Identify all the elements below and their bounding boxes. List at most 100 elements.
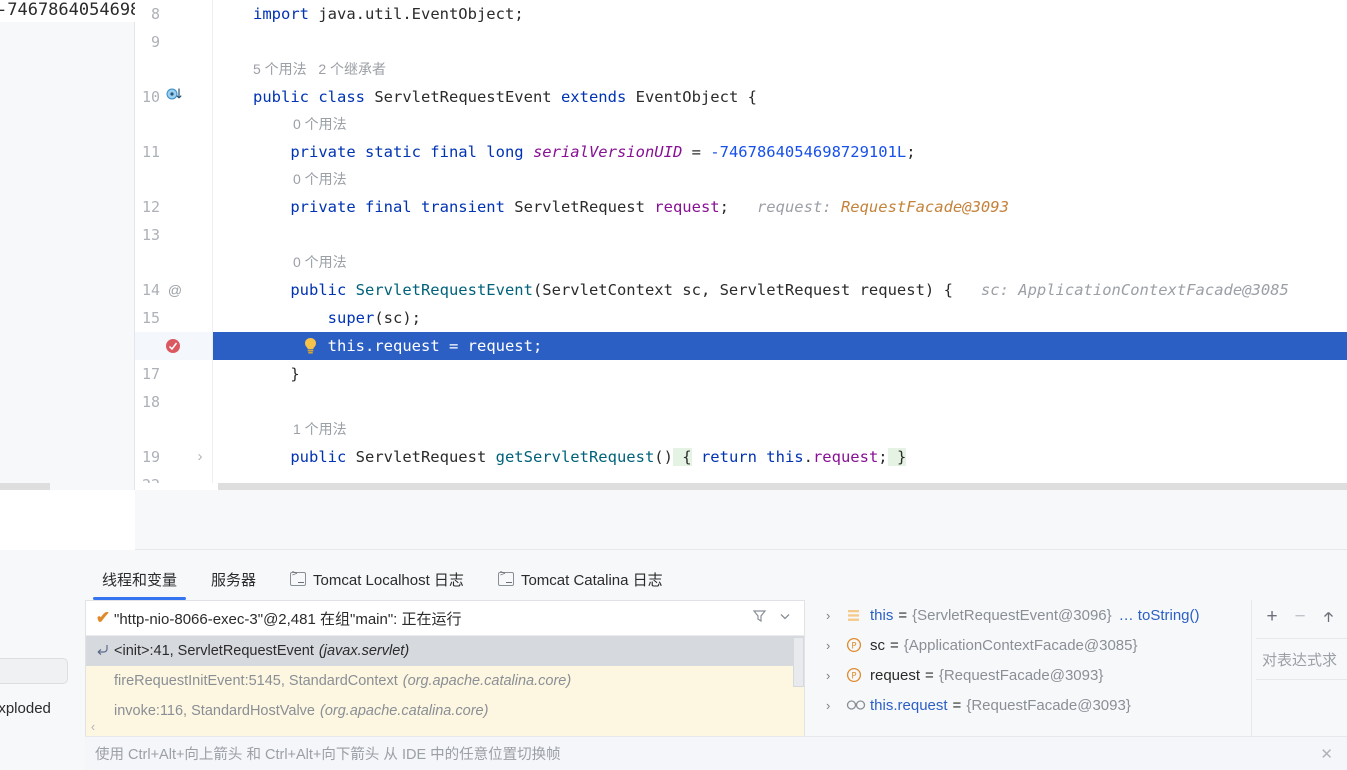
code-line-11[interactable]: private static final long serialVersionU… [213, 138, 1347, 166]
code-line-14[interactable]: public ServletRequestEvent(ServletContex… [213, 276, 1347, 304]
token: -7467864054698729101L [710, 143, 907, 161]
gutter-line-16[interactable] [135, 332, 212, 360]
chevron-right-icon[interactable]: › [826, 668, 846, 683]
code-text[interactable]: public ServletRequest getServletRequest(… [253, 443, 907, 471]
plus-icon[interactable]: + [1260, 605, 1284, 629]
gutter-hint-spacer [135, 249, 212, 276]
variable-row[interactable]: › Prequest = {RequestFacade@3093} [812, 660, 1252, 690]
token: sc: [952, 281, 1019, 299]
chevron-right-icon[interactable]: › [826, 698, 846, 713]
editor-below-area [135, 490, 1347, 550]
gutter-hint-spacer [135, 111, 212, 138]
code-editor[interactable]: 891011121314@15171819›22 import java.uti… [135, 0, 1347, 490]
code-line-17[interactable]: } [213, 360, 1347, 388]
variable-value: {RequestFacade@3093} [966, 696, 1131, 714]
usage-hint-row[interactable]: 0 个用法 [213, 111, 1347, 138]
code-text[interactable]: import java.util.EventObject; [253, 0, 524, 28]
breakpoint-icon[interactable] [166, 339, 180, 353]
gutter-line-10: 10 [135, 83, 212, 111]
code-line-9[interactable] [213, 28, 1347, 56]
usage-count-hint[interactable]: 0 个用法 [293, 249, 347, 276]
chevron-down-icon[interactable] [772, 609, 798, 628]
line-number: 11 [141, 143, 160, 161]
stack-frame-row[interactable]: fireRequestInitEvent:5145, StandardConte… [86, 666, 804, 696]
console-icon [497, 569, 514, 586]
chevron-right-icon[interactable]: › [826, 608, 846, 623]
minus-icon[interactable]: − [1288, 605, 1312, 629]
debug-tab-label: 线程和变量 [102, 571, 178, 589]
code-line-12[interactable]: private final transient ServletRequest r… [213, 193, 1347, 221]
usage-count-hint[interactable]: 0 个用法 [293, 166, 347, 193]
token: import [253, 5, 309, 23]
code-line-16[interactable]: this.request = request; [213, 332, 1347, 360]
thread-selector-row[interactable]: ✔ "http-nio-8066-exec-3"@2,481 在组"main":… [86, 601, 804, 636]
gutter-hint-spacer [135, 56, 212, 83]
left-panel-clipped-area [0, 22, 135, 490]
variable-row[interactable]: › Psc = {ApplicationContextFacade@3085} [812, 630, 1252, 660]
evaluate-expression-box[interactable]: 对表达式求 [1256, 638, 1347, 680]
code-text[interactable]: super(sc); [253, 304, 421, 332]
debug-tab-bar[interactable]: 线程和变量 服务器 Tomcat Localhost 日志 Tomcat Catali… [85, 558, 680, 600]
code-line-8[interactable]: import java.util.EventObject; [213, 0, 1347, 28]
code-line-19[interactable]: public ServletRequest getServletRequest(… [213, 443, 1347, 471]
debug-tab-3[interactable]: Tomcat Catalina 日志 [481, 558, 680, 600]
code-line-15[interactable]: super(sc); [213, 304, 1347, 332]
debug-tab-1[interactable]: 服务器 [194, 558, 273, 600]
debug-tab-0[interactable]: 线程和变量 [85, 558, 194, 600]
variable-row[interactable]: › this = {ServletRequestEvent@3096} … toStri… [812, 600, 1252, 630]
close-icon[interactable]: ✕ [1316, 745, 1337, 763]
stack-frame-name: invoke:116, StandardHostValve [114, 703, 315, 719]
code-line-13[interactable] [213, 221, 1347, 249]
evaluate-expression-label: 对表达式求 [1262, 651, 1338, 669]
frames-vertical-scrollbar[interactable] [793, 637, 804, 687]
svg-text:P: P [851, 671, 856, 681]
editor-code-area[interactable]: import java.util.EventObject; 5 个用法 2 个继承… [213, 0, 1347, 490]
gutter-hint-spacer [135, 416, 212, 443]
code-text[interactable]: public ServletRequestEvent(ServletContex… [253, 276, 1289, 304]
fold-expand-icon[interactable]: › [190, 443, 210, 471]
editor-gutter[interactable]: 891011121314@15171819›22 [135, 0, 213, 490]
gutter-line-18: 18 [135, 388, 212, 416]
usage-hint-row[interactable]: 0 个用法 [213, 166, 1347, 193]
line-number: 14 [141, 281, 160, 299]
stack-frame-list[interactable]: <init>:41, ServletRequestEvent (javax.ser… [86, 636, 804, 726]
code-text[interactable]: private static final long serialVersionU… [253, 138, 915, 166]
usage-count-hint[interactable]: 1 个用法 [293, 416, 347, 443]
chevron-right-icon[interactable]: › [826, 638, 846, 653]
token: public [253, 281, 356, 299]
arrow-up-icon[interactable] [1316, 605, 1340, 629]
code-text[interactable]: public class ServletRequestEvent extends… [253, 83, 757, 111]
line-number: 18 [141, 393, 160, 411]
usage-count-hint[interactable]: 5 个用法 2 个继承者 [253, 56, 386, 83]
token: public class [253, 88, 375, 106]
gutter-line-8: 8 [135, 0, 212, 28]
code-line-10[interactable]: public class ServletRequestEvent extends… [213, 83, 1347, 111]
variable-row[interactable]: › this.request = {RequestFacade@3093} [812, 690, 1252, 720]
code-line-18[interactable] [213, 388, 1347, 416]
implemented-by-icon[interactable] [164, 83, 186, 111]
code-text[interactable]: } [253, 360, 299, 388]
token: ServletRequest [355, 448, 496, 466]
gutter-line-15: 15 [135, 304, 212, 332]
usage-hint-row[interactable]: 5 个用法 2 个继承者 [213, 56, 1347, 83]
clipped-exploded-text: exploded [0, 700, 51, 717]
filter-icon[interactable] [746, 608, 772, 628]
token: ; [719, 198, 729, 216]
gutter-line-14: 14 @ [135, 276, 212, 304]
code-text[interactable]: private final transient ServletRequest r… [253, 193, 1009, 221]
stack-frame-row[interactable]: invoke:116, StandardHostValve (org.apache… [86, 696, 804, 726]
stack-frame-name: fireRequestInitEvent:5145, StandardConte… [114, 673, 398, 689]
usage-hint-row[interactable]: 1 个用法 [213, 416, 1347, 443]
variable-tostring-link[interactable]: … toString() [1119, 607, 1200, 624]
token: ServletRequestEvent [374, 88, 552, 106]
editor-gap-strip [0, 490, 135, 550]
code-text[interactable]: this.request = request; [253, 332, 543, 360]
equals-sign: = [898, 606, 908, 624]
usage-hint-row[interactable]: 0 个用法 [213, 249, 1347, 276]
usage-count-hint[interactable]: 0 个用法 [293, 111, 347, 138]
stack-frame-row[interactable]: <init>:41, ServletRequestEvent (javax.ser… [86, 636, 804, 666]
debug-tab-2[interactable]: Tomcat Localhost 日志 [273, 558, 481, 600]
override-at-icon[interactable]: @ [164, 276, 186, 304]
equals-sign: = [890, 636, 899, 654]
collapse-frames-icon[interactable]: ‹ [86, 718, 100, 736]
